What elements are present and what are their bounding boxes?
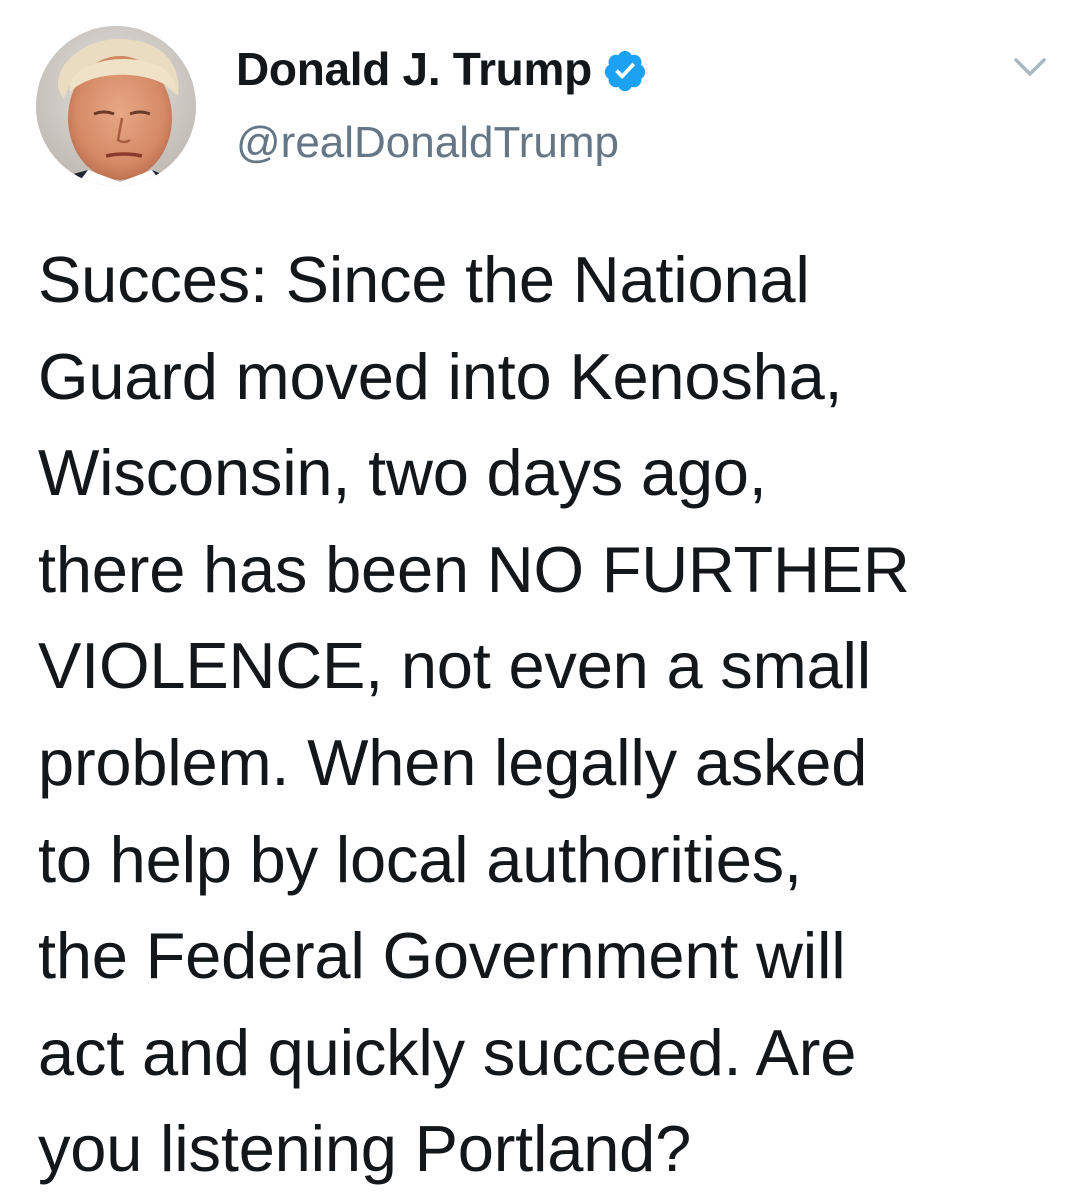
tweet-card: Donald J. Trump @realDonaldTrump Succes:… [0, 0, 1080, 1204]
tweet-text: Succes: Since the National Guard moved i… [38, 232, 1038, 1198]
tweet-text-line: Guard moved into Kenosha, [38, 339, 843, 413]
chevron-down-icon [1014, 58, 1046, 76]
tweet-text-line: you listening Portland? [38, 1112, 692, 1186]
author-display-name[interactable]: Donald J. Trump [236, 42, 592, 96]
author-name-row: Donald J. Trump [236, 38, 648, 100]
author-avatar[interactable] [36, 26, 196, 186]
tweet-text-line: there has been NO FURTHER [38, 532, 910, 606]
tweet-text-line: VIOLENCE, not even a small [38, 629, 871, 703]
tweet-text-line: act and quickly succeed. Are [38, 1015, 857, 1089]
verified-badge-icon [602, 48, 648, 94]
profile-photo-icon [36, 26, 196, 186]
tweet-text-line: to help by local authorities, [38, 822, 802, 896]
tweet-text-line: Succes: Since the National [38, 243, 810, 316]
tweet-text-line: the Federal Government will [38, 919, 846, 993]
tweet-text-line: problem. When legally asked [38, 725, 868, 799]
tweet-text-line: Wisconsin, two days ago, [38, 436, 767, 510]
tweet-menu-button[interactable] [1002, 48, 1058, 88]
author-handle[interactable]: @realDonaldTrump [236, 118, 619, 168]
